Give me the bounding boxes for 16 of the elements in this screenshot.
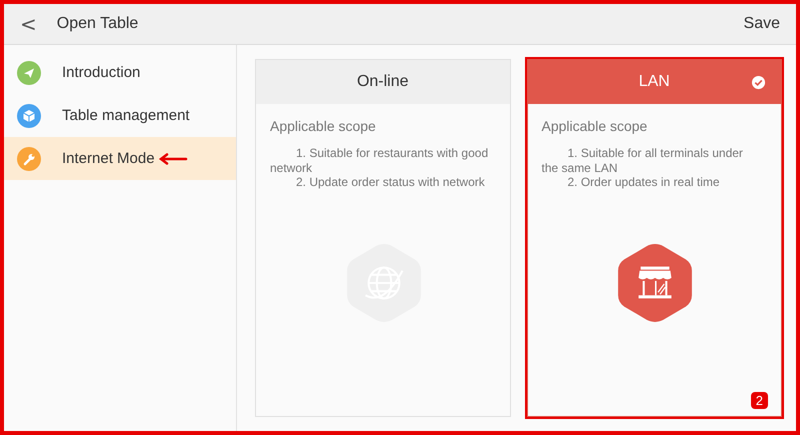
sidebar-item[interactable]: Table management (4, 94, 236, 137)
scope-item: 1. Suitable for restaurants with good network (270, 146, 489, 175)
sidebar-item[interactable]: Internet Mode (4, 137, 236, 180)
scope-item: 1. Suitable for all terminals under the same LAN (542, 146, 744, 175)
page-title: Open Table (56, 15, 140, 33)
mode-card[interactable]: On-line Applicable scope 1. Suitable for restaurants with good network 2. Update order status with network (255, 59, 510, 417)
card-title: On-line (356, 73, 409, 91)
scope-heading: Applicable scope (542, 118, 648, 134)
scope-item: 2. Order updates in real time (566, 175, 721, 190)
scope-heading: Applicable scope (270, 118, 377, 134)
step-badge: 2 (750, 392, 768, 409)
card-title: LAN (638, 73, 670, 91)
sidebar-item[interactable]: Introduction (4, 51, 236, 94)
back-button[interactable]: < (14, 12, 43, 36)
scope-item: 2. Update order status with network (295, 175, 486, 190)
save-button[interactable]: Save (744, 15, 780, 33)
